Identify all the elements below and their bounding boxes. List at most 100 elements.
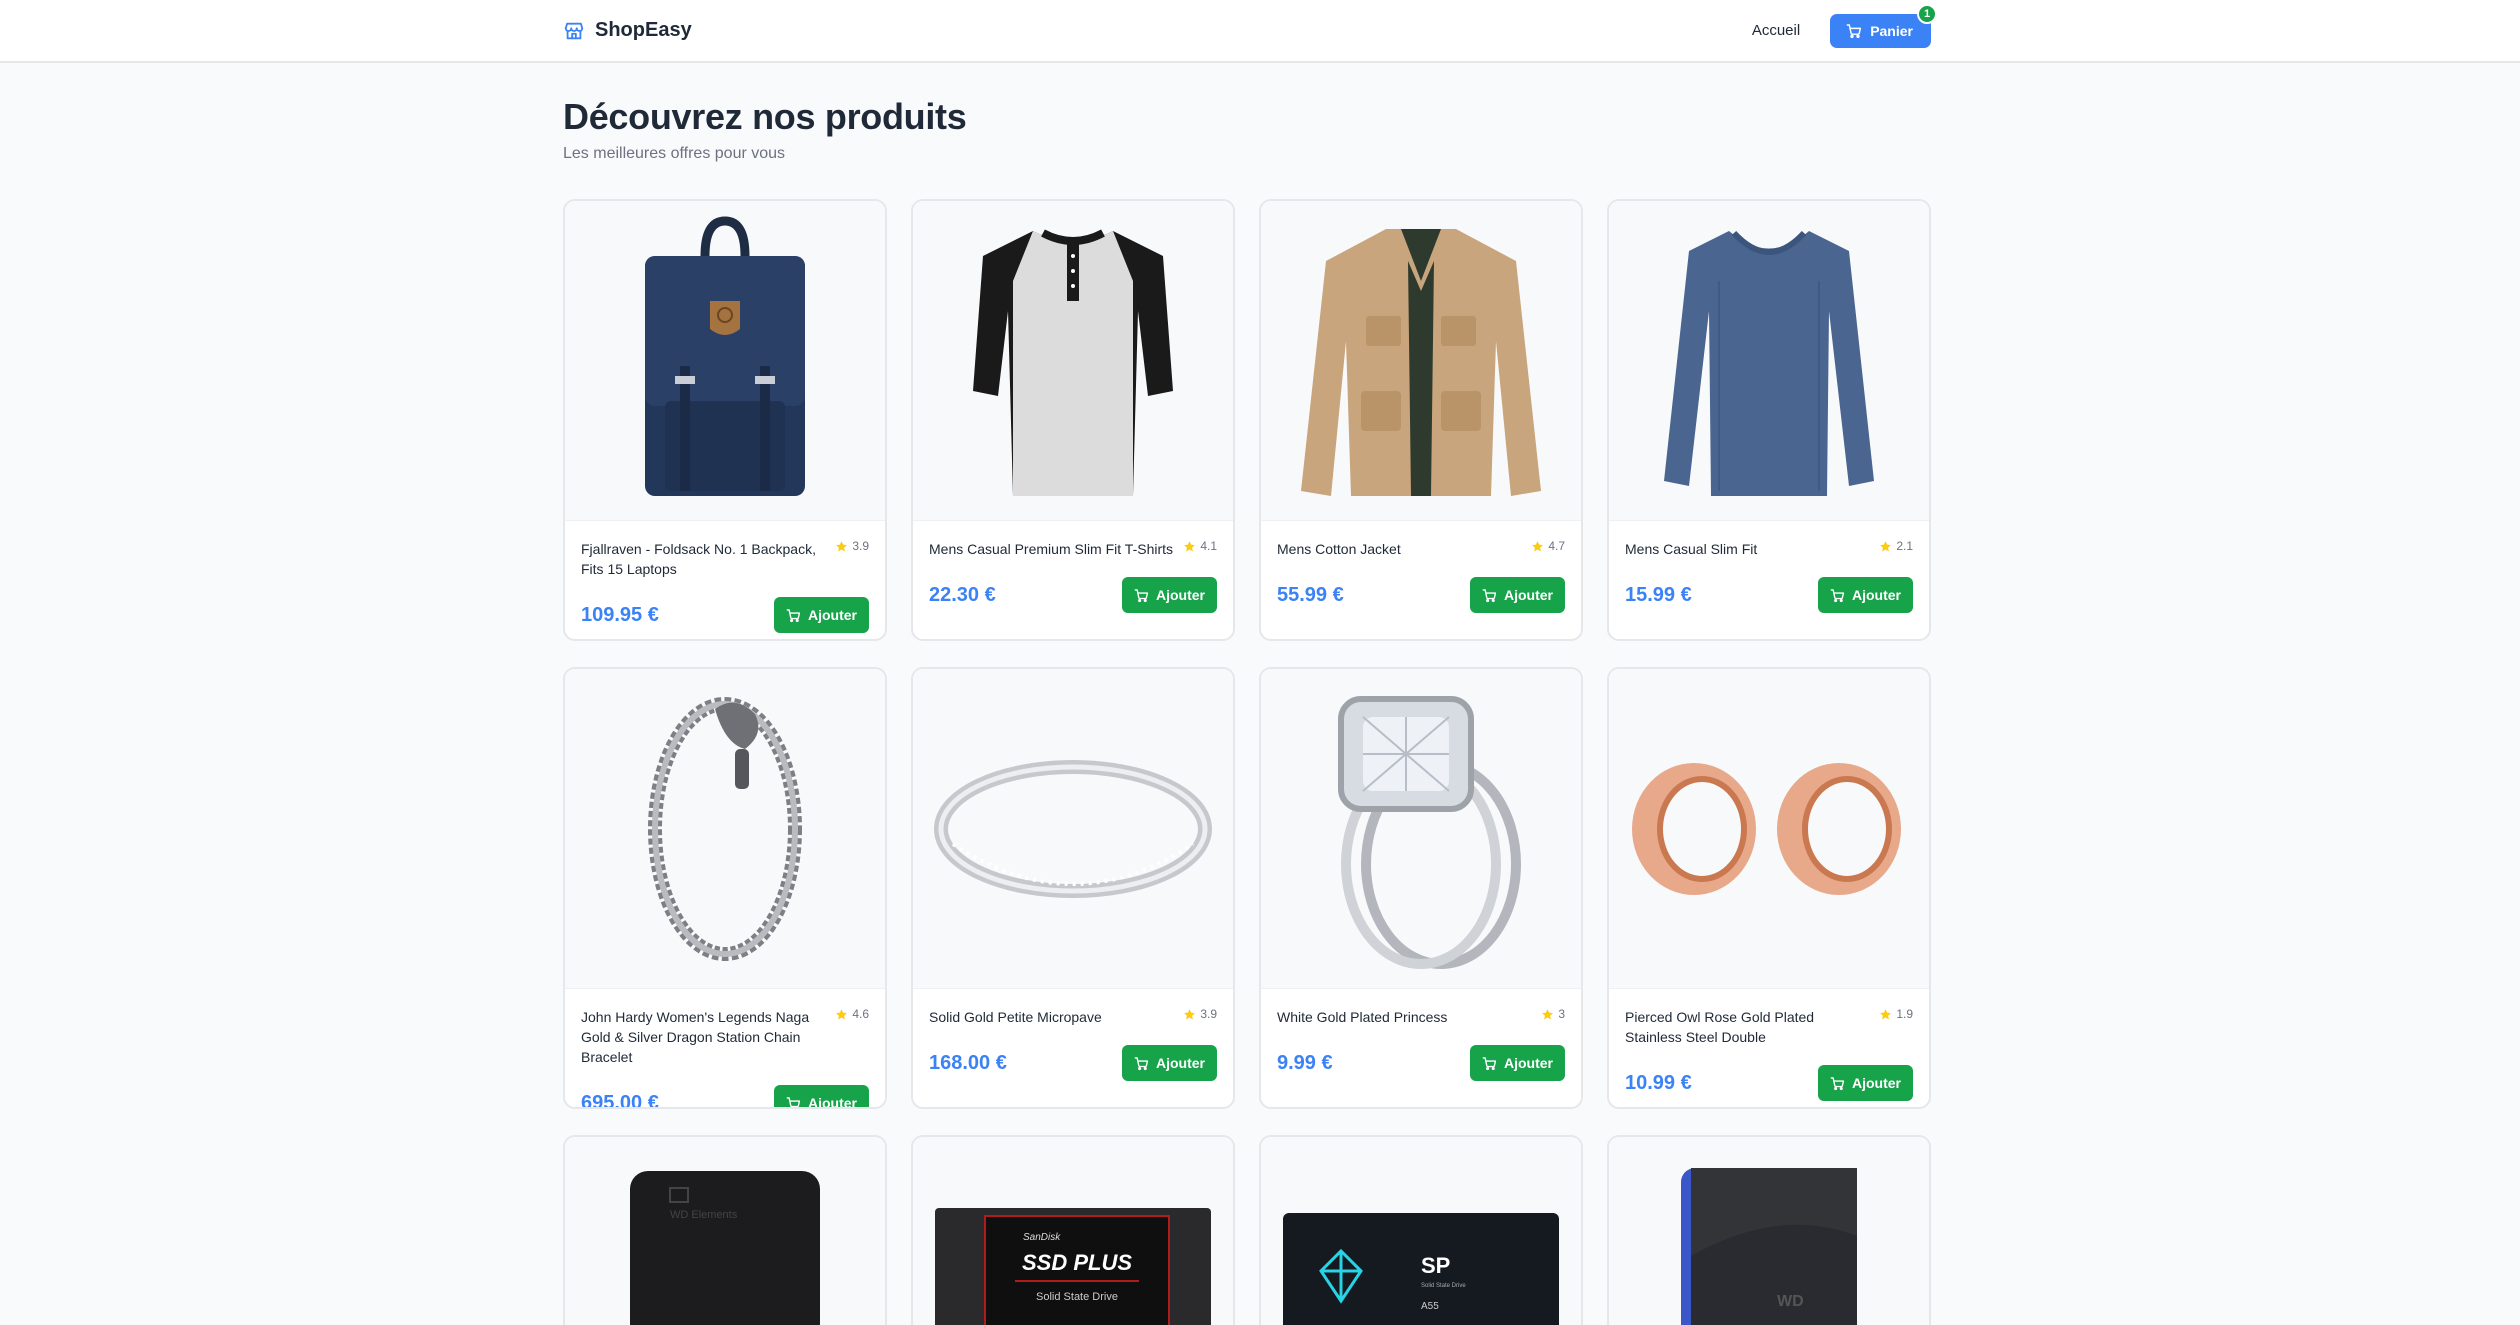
product-image-tunnels[interactable] [1609, 669, 1929, 989]
long-sleeve-image [1664, 230, 1874, 496]
page-title: Découvrez nos produits [563, 96, 967, 137]
product-title[interactable]: Solid Gold Petite Micropave [929, 1007, 1102, 1027]
backpack-image [645, 215, 805, 496]
sp-brand-text: SP [1421, 1253, 1450, 1278]
product-image-bracelet[interactable] [565, 669, 885, 989]
star-icon [1542, 1008, 1554, 1019]
product-image-ssd-sp[interactable]: SP Solid State Drive A55 [1261, 1137, 1581, 1325]
product-image-ssd-sandisk[interactable]: SanDisk SSD PLUS Solid State Drive [913, 1137, 1233, 1325]
ring-image [934, 759, 1212, 898]
main-nav: Accueil Panier 1 [1752, 3, 1937, 48]
add-to-cart-button[interactable]: Ajouter [1818, 577, 1913, 613]
add-label: Ajouter [1156, 587, 1205, 603]
sp-model-text: A55 [1421, 1301, 1439, 1312]
ssd-sandisk-image: SanDisk SSD PLUS Solid State Drive [935, 1208, 1211, 1325]
product-title[interactable]: Mens Casual Slim Fit [1625, 539, 1757, 559]
product-card[interactable]: SP Solid State Drive A55 [1259, 1135, 1583, 1325]
product-info: Pierced Owl Rose Gold Plated Stainless S… [1609, 989, 1929, 1101]
cart-icon [1134, 588, 1149, 602]
brand[interactable]: ShopEasy [563, 19, 692, 42]
product-card[interactable]: Fjallraven - Foldsack No. 1 Backpack, Fi… [563, 199, 887, 641]
sp-sub-text: Solid State Drive [1421, 1283, 1466, 1289]
product-title[interactable]: John Hardy Women's Legends Naga Gold & S… [581, 1007, 827, 1067]
cart-icon [786, 1096, 801, 1107]
product-image-princess-ring[interactable] [1261, 669, 1581, 989]
product-image-tshirt[interactable] [913, 201, 1233, 521]
product-card[interactable]: Mens Cotton Jacket 4.7 55.99 € Ajouter [1259, 199, 1583, 641]
product-title[interactable]: White Gold Plated Princess [1277, 1007, 1447, 1027]
cart-icon [1482, 588, 1497, 602]
ssd-model-text: SSD PLUS [1022, 1250, 1132, 1275]
product-image-long-sleeve[interactable] [1609, 201, 1929, 521]
product-footer: 168.00 € Ajouter [929, 1045, 1217, 1081]
product-title[interactable]: Mens Casual Premium Slim Fit T-Shirts [929, 539, 1173, 559]
product-info: John Hardy Women's Legends Naga Gold & S… [565, 989, 885, 1109]
product-image-hard-drive[interactable]: WD Elements [565, 1137, 885, 1325]
product-footer: 10.99 € Ajouter [1625, 1065, 1913, 1101]
add-to-cart-button[interactable]: Ajouter [1470, 577, 1565, 613]
product-card[interactable]: John Hardy Women's Legends Naga Gold & S… [563, 667, 887, 1109]
product-rating: 4.6 [835, 1007, 869, 1021]
product-image-ring[interactable] [913, 669, 1233, 989]
cart-icon [1830, 1076, 1845, 1090]
product-price: 15.99 € [1625, 583, 1692, 606]
add-to-cart-button[interactable]: Ajouter [1818, 1065, 1913, 1101]
gaming-drive-image: WD [1681, 1168, 1857, 1325]
add-to-cart-button[interactable]: Ajouter [1122, 577, 1217, 613]
rating-value: 2.1 [1896, 539, 1913, 553]
cart-icon [1830, 588, 1845, 602]
hard-drive-image: WD Elements [630, 1171, 820, 1325]
product-info: Solid Gold Petite Micropave 3.9 168.00 €… [913, 989, 1233, 1081]
product-card[interactable]: WD Elements [563, 1135, 887, 1325]
top-navbar: ShopEasy Accueil Panier 1 [0, 0, 2520, 63]
product-image-jacket[interactable] [1261, 201, 1581, 521]
add-to-cart-button[interactable]: Ajouter [774, 597, 869, 633]
cart-icon [1482, 1056, 1497, 1070]
product-card[interactable]: Pierced Owl Rose Gold Plated Stainless S… [1607, 667, 1931, 1109]
add-to-cart-button[interactable]: Ajouter [1122, 1045, 1217, 1081]
product-price: 109.95 € [581, 603, 659, 626]
nav-home-link[interactable]: Accueil [1752, 22, 1800, 39]
product-card[interactable]: Mens Casual Premium Slim Fit T-Shirts 4.… [911, 199, 1235, 641]
rating-value: 4.6 [852, 1007, 869, 1021]
product-price: 168.00 € [929, 1051, 1007, 1074]
gaming-drive-brand-text: WD [1777, 1293, 1804, 1310]
product-title[interactable]: Mens Cotton Jacket [1277, 539, 1401, 559]
product-info: Mens Casual Slim Fit 2.1 15.99 € Ajouter [1609, 521, 1929, 613]
star-icon [1184, 540, 1196, 551]
rating-value: 1.9 [1896, 1007, 1913, 1021]
product-rating: 2.1 [1879, 539, 1913, 553]
product-image-gaming-drive[interactable]: WD [1609, 1137, 1929, 1325]
product-card[interactable]: White Gold Plated Princess 3 9.99 € Ajou… [1259, 667, 1583, 1109]
cart-count-badge: 1 [1917, 3, 1937, 24]
product-title[interactable]: Fjallraven - Foldsack No. 1 Backpack, Fi… [581, 539, 827, 579]
add-to-cart-button[interactable]: Ajouter [1470, 1045, 1565, 1081]
rating-value: 4.7 [1548, 539, 1565, 553]
product-card[interactable]: Solid Gold Petite Micropave 3.9 168.00 €… [911, 667, 1235, 1109]
product-image-backpack[interactable] [565, 201, 885, 521]
star-icon [836, 1008, 848, 1019]
product-card[interactable]: WD [1607, 1135, 1931, 1325]
product-rating: 4.7 [1531, 539, 1565, 553]
product-footer: 695.00 € Ajouter [581, 1085, 869, 1109]
add-to-cart-button[interactable]: Ajouter [774, 1085, 869, 1107]
add-label: Ajouter [1852, 587, 1901, 603]
product-title[interactable]: Pierced Owl Rose Gold Plated Stainless S… [1625, 1007, 1871, 1047]
product-price: 695.00 € [581, 1091, 659, 1109]
brand-name: ShopEasy [595, 19, 692, 41]
add-label: Ajouter [1504, 587, 1553, 603]
product-price: 22.30 € [929, 583, 996, 606]
star-icon [836, 540, 848, 551]
rating-value: 3.9 [852, 539, 869, 553]
product-price: 10.99 € [1625, 1071, 1692, 1094]
cart-button[interactable]: Panier 1 [1830, 3, 1937, 48]
cart-icon [1846, 23, 1862, 38]
product-rating: 3 [1541, 1007, 1565, 1021]
product-footer: 15.99 € Ajouter [1625, 577, 1913, 613]
add-label: Ajouter [1156, 1055, 1205, 1071]
star-icon [1184, 1008, 1196, 1019]
product-card[interactable]: SanDisk SSD PLUS Solid State Drive [911, 1135, 1235, 1325]
product-rating: 4.1 [1183, 539, 1217, 553]
product-card[interactable]: Mens Casual Slim Fit 2.1 15.99 € Ajouter [1607, 199, 1931, 641]
add-label: Ajouter [1504, 1055, 1553, 1071]
